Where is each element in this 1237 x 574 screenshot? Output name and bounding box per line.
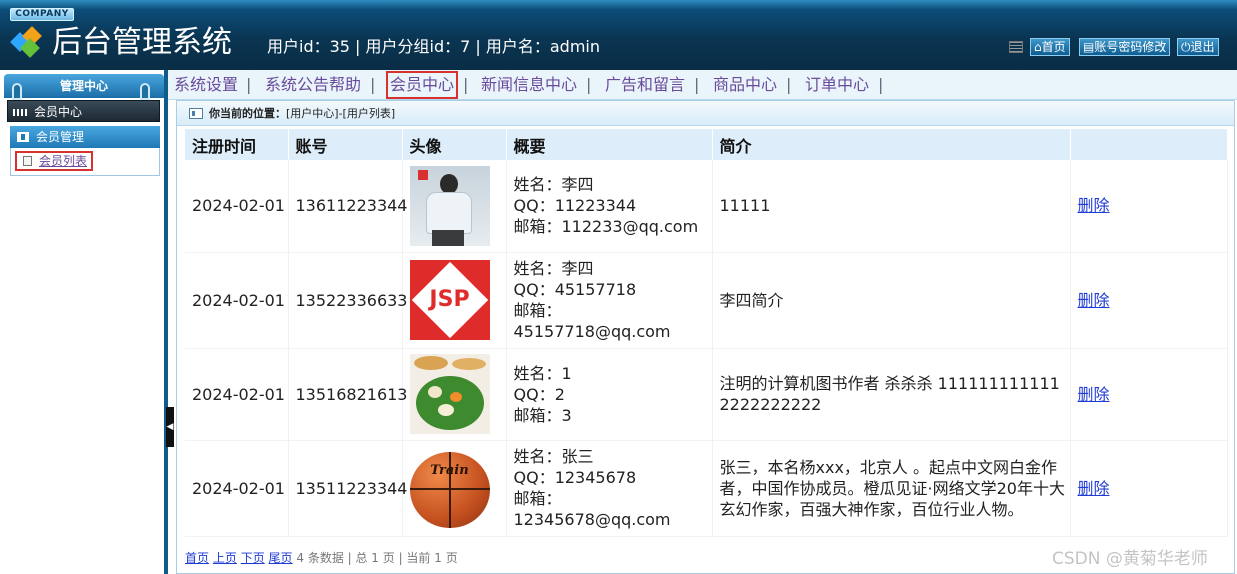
- document-icon: ▤: [1083, 40, 1095, 54]
- pagination: 首页 上页 下页 尾页 4 条数据 | 总 1 页 | 当前 1 页: [185, 549, 458, 566]
- delete-link[interactable]: 删除: [1078, 479, 1110, 498]
- account: 13522336633: [288, 252, 407, 349]
- delete-link[interactable]: 删除: [1078, 196, 1110, 215]
- sidebar-item-member-list[interactable]: 会员列表: [15, 151, 94, 171]
- sidebar: 管理中心 会员中心 会员管理 会员列表: [0, 70, 168, 574]
- home-icon: ⌂: [1034, 40, 1042, 54]
- sidebar-group-body: 会员列表: [10, 148, 160, 176]
- account: 13511223344: [288, 440, 407, 537]
- register-date: 2024-02-01: [185, 348, 289, 441]
- account: 13611223344: [288, 160, 407, 253]
- intro: 李四简介: [712, 252, 1071, 349]
- dots-icon: [13, 109, 28, 116]
- sidebar-section-member-center[interactable]: 会员中心: [7, 100, 160, 122]
- intro: 11111: [712, 160, 1071, 253]
- change-password-button[interactable]: ▤账号密码修改: [1079, 38, 1171, 56]
- avatar: Train: [409, 448, 490, 528]
- grid-icon: [1009, 41, 1023, 53]
- nav-item-system-settings[interactable]: 系统设置: [174, 75, 238, 95]
- table-row: 2024-02-01 13511223344 Train 姓名：张三 QQ：12…: [185, 440, 1228, 537]
- nav-item-products[interactable]: 商品中心: [713, 75, 777, 95]
- page-info: 4 条数据 | 总 1 页 | 当前 1 页: [296, 551, 458, 565]
- cubes-logo-icon: [10, 25, 46, 60]
- register-date: 2024-02-01: [185, 252, 289, 349]
- watermark: CSDN @黄菊华老师: [1052, 549, 1208, 569]
- avatar: [409, 354, 490, 434]
- nav-separator: |: [694, 75, 700, 94]
- nav-separator: |: [786, 75, 792, 94]
- nav-item-announcements[interactable]: 系统公告帮助: [265, 75, 361, 95]
- next-page-link[interactable]: 下页: [241, 551, 265, 565]
- delete-link[interactable]: 删除: [1078, 291, 1110, 310]
- account: 13516821613: [288, 348, 407, 441]
- nav-separator: |: [370, 75, 376, 94]
- nav-separator: |: [878, 75, 884, 94]
- main-content: 你当前的位置：[用户中心]-[用户列表] 注册时间 账号 头像 概要 简介 20…: [176, 100, 1235, 574]
- nav-item-member-center[interactable]: 会员中心: [385, 71, 459, 99]
- intro: 张三，本名杨xxx，北京人 。起点中文网白金作者，中国作协成员。橙瓜见证·网络文…: [712, 440, 1071, 537]
- breadcrumb: 你当前的位置：[用户中心]-[用户列表]: [177, 101, 1234, 126]
- summary: 姓名：李四 QQ：11223344 邮箱：112233@qq.com: [506, 160, 713, 253]
- summary: 姓名：张三 QQ：12345678 邮箱：12345678@qq.com: [506, 440, 713, 537]
- column-header: 概要: [506, 129, 713, 160]
- home-button[interactable]: ⌂首页: [1030, 38, 1070, 56]
- nav-item-news-center[interactable]: 新闻信息中心: [481, 75, 577, 95]
- logout-button[interactable]: ⏻退出: [1177, 38, 1219, 56]
- column-header: 简介: [712, 129, 1071, 160]
- top-nav: ⁞ 系统设置 | 系统公告帮助 | 会员中心 | 新闻信息中心 | 广告和留言 …: [0, 70, 1237, 100]
- avatar: [409, 165, 490, 246]
- column-header: 注册时间: [185, 129, 289, 160]
- summary: 姓名：李四 QQ：45157718 邮箱：45157718@qq.com: [506, 252, 713, 349]
- table-header-row: 注册时间 账号 头像 概要 简介: [185, 129, 1228, 160]
- table-row: 2024-02-01 13516821613 姓名：1 QQ：2 邮箱：3 注明…: [185, 348, 1228, 441]
- nav-separator: |: [586, 75, 592, 94]
- window-icon: [189, 108, 203, 119]
- column-header: [1070, 129, 1228, 160]
- nav-separator: |: [246, 75, 252, 94]
- power-icon: ⏻: [1181, 40, 1191, 54]
- sidebar-group-member-management[interactable]: 会员管理: [10, 126, 160, 148]
- book-icon: [17, 132, 29, 142]
- company-badge: COMPANY: [10, 8, 74, 21]
- page-icon: [23, 156, 32, 166]
- prev-page-link[interactable]: 上页: [213, 551, 237, 565]
- member-table: 注册时间 账号 头像 概要 简介 2024-02-01 13611223344 …: [185, 129, 1228, 537]
- user-info: 用户id：35 | 用户分组id：7 | 用户名：admin: [267, 37, 601, 56]
- delete-link[interactable]: 删除: [1078, 385, 1110, 404]
- table-row: 2024-02-01 13522336633 JSP 姓名：李四 QQ：4515…: [185, 252, 1228, 349]
- last-page-link[interactable]: 尾页: [269, 551, 293, 565]
- intro: 注明的计算机图书作者 杀杀杀 111111111111 2222222222: [712, 348, 1071, 441]
- pin-icon: [140, 83, 150, 100]
- summary: 姓名：1 QQ：2 邮箱：3: [506, 348, 713, 441]
- register-date: 2024-02-01: [185, 160, 289, 253]
- system-title: 后台管理系统: [52, 25, 232, 60]
- nav-item-ads-messages[interactable]: 广告和留言: [605, 75, 685, 95]
- pin-icon: [12, 83, 22, 100]
- first-page-link[interactable]: 首页: [185, 551, 209, 565]
- nav-item-orders[interactable]: 订单中心: [805, 75, 869, 95]
- collapse-sidebar-handle[interactable]: ◀: [166, 407, 174, 447]
- top-header: COMPANY 后台管理系统 用户id：35 | 用户分组id：7 | 用户名：…: [0, 0, 1237, 70]
- column-header: 头像: [402, 129, 507, 160]
- column-header: 账号: [288, 129, 403, 160]
- nav-separator: |: [463, 75, 469, 94]
- table-row: 2024-02-01 13611223344 姓名：李四 QQ：11223344…: [185, 160, 1228, 253]
- register-date: 2024-02-01: [185, 440, 289, 537]
- avatar: JSP: [409, 260, 490, 340]
